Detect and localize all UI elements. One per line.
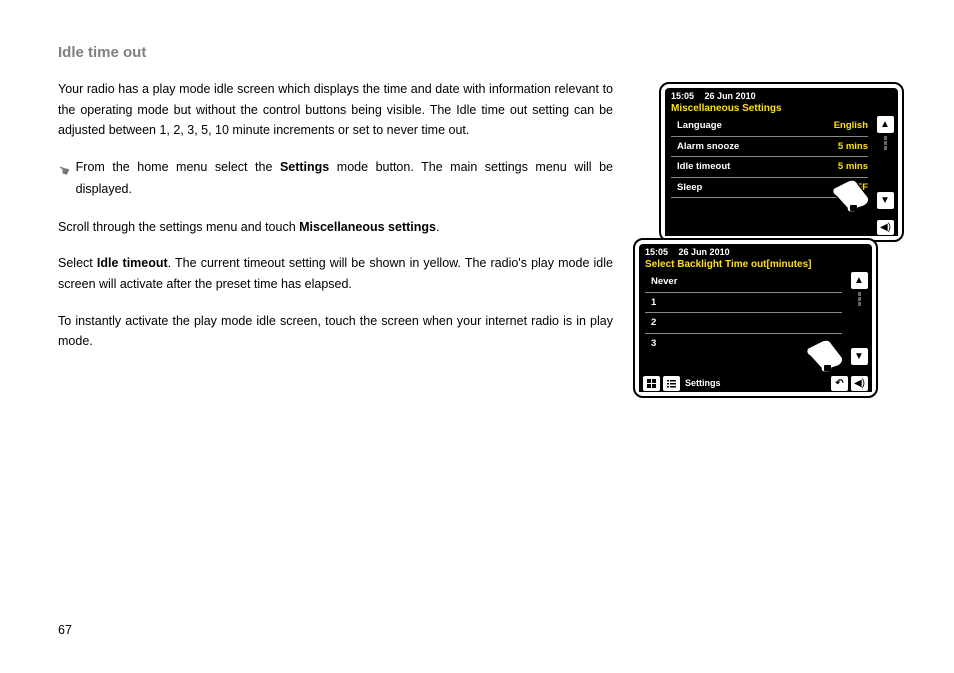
date-text: 26 Jun 2010	[679, 247, 730, 257]
row-label: Sleep	[671, 182, 702, 193]
scroll-up-button[interactable]: ▲	[877, 116, 894, 133]
text-bold: Settings	[280, 160, 329, 174]
breadcrumb-text: Settings	[685, 378, 828, 388]
volume-button[interactable]: ◀)	[851, 376, 868, 391]
text: Scroll through the settings menu and tou…	[58, 220, 299, 234]
row-label: Language	[671, 120, 722, 131]
settings-row-language[interactable]: Language English	[665, 116, 874, 136]
settings-row-alarm-snooze[interactable]: Alarm snooze 5 mins	[665, 137, 874, 157]
step-text: From the home menu select the Settings m…	[76, 157, 613, 201]
page-title: Idle time out	[58, 44, 954, 61]
row-value: English	[834, 120, 868, 131]
row-label: Never	[645, 276, 677, 287]
back-icon: ↶	[835, 378, 843, 389]
row-label: 3	[645, 338, 656, 349]
scrollbar[interactable]	[884, 136, 887, 150]
text: .	[436, 220, 439, 234]
arrow-up-icon: ▲	[854, 275, 864, 286]
row-label: Alarm snooze	[671, 141, 739, 152]
text-bold: Idle timeout	[97, 256, 168, 270]
volume-icon: ◀)	[854, 378, 865, 389]
row-value: 5 mins	[838, 161, 868, 172]
text: Select	[58, 256, 97, 270]
home-grid-button[interactable]	[643, 376, 660, 391]
paragraph-1: Your radio has a play mode idle screen w…	[58, 79, 613, 141]
row-label: 1	[645, 297, 656, 308]
paragraph-3: Select Idle timeout. The current timeout…	[58, 253, 613, 294]
scroll-down-button[interactable]: ▼	[877, 192, 894, 209]
pointer-icon: ☚	[55, 159, 73, 183]
volume-button[interactable]: ◀)	[877, 220, 894, 235]
text-bold: Miscellaneous settings	[299, 220, 436, 234]
option-row-1[interactable]: 1	[639, 293, 848, 313]
screen-title: Select Backlight Time out[minutes]	[639, 258, 872, 272]
page-number: 67	[58, 623, 72, 637]
row-label: 2	[645, 317, 656, 328]
list-icon	[666, 378, 677, 389]
tap-hand-icon	[802, 334, 846, 374]
clock-text: 15:05	[671, 91, 694, 101]
arrow-down-icon: ▼	[854, 351, 864, 362]
screen-title: Miscellaneous Settings	[665, 102, 898, 116]
volume-icon: ◀)	[880, 222, 891, 233]
text: From the home menu select the	[76, 160, 280, 174]
back-button[interactable]: ↶	[831, 376, 848, 391]
row-label: Idle timeout	[671, 161, 730, 172]
tap-hand-icon	[828, 174, 872, 214]
row-value: 5 mins	[838, 141, 868, 152]
option-row-never[interactable]: Never	[639, 272, 848, 292]
scrollbar[interactable]	[858, 292, 861, 306]
status-bar: 15:05 26 Jun 2010	[665, 88, 898, 102]
grid-icon	[646, 378, 657, 389]
scroll-up-button[interactable]: ▲	[851, 272, 868, 289]
body-column: Your radio has a play mode idle screen w…	[58, 79, 613, 352]
status-bar: 15:05 26 Jun 2010	[639, 244, 872, 258]
arrow-up-icon: ▲	[880, 119, 890, 130]
clock-text: 15:05	[645, 247, 668, 257]
device-screenshot-backlight-timeout: 15:05 26 Jun 2010 Select Backlight Time …	[633, 238, 878, 398]
step-item: ☚ From the home menu select the Settings…	[58, 157, 613, 201]
paragraph-4: To instantly activate the play mode idle…	[58, 311, 613, 352]
arrow-down-icon: ▼	[880, 195, 890, 206]
device-screenshot-misc-settings: 15:05 26 Jun 2010 Miscellaneous Settings…	[659, 82, 904, 242]
paragraph-2: Scroll through the settings menu and tou…	[58, 217, 613, 238]
date-text: 26 Jun 2010	[705, 91, 756, 101]
scroll-down-button[interactable]: ▼	[851, 348, 868, 365]
menu-list-button[interactable]	[663, 376, 680, 391]
option-row-2[interactable]: 2	[639, 313, 848, 333]
